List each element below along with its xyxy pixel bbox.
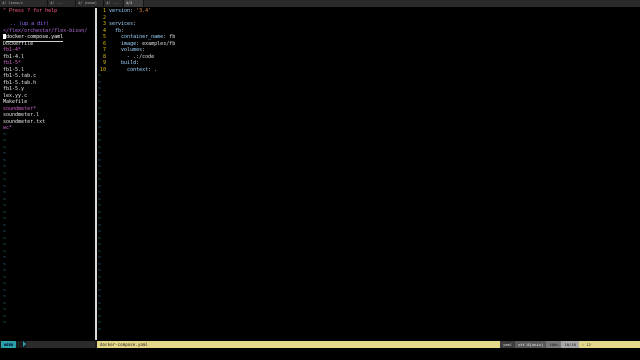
empty-line-marker: ~ [3, 320, 7, 326]
pane-divider[interactable] [95, 8, 97, 340]
yaml-key: fb [109, 27, 122, 34]
yaml-key: context [109, 66, 149, 73]
file-tree: " Press ? for help .. (up a dir) </flex/… [0, 8, 95, 340]
status-right: yaml utf-8[unix] 100% 10/10 : 12 [500, 341, 640, 348]
yaml-key: version [109, 8, 131, 14]
status-column: : 12 [578, 341, 640, 348]
yaml-value: fb [169, 34, 176, 40]
yaml-value: '3.4' [136, 8, 152, 14]
yaml-key: - [109, 53, 134, 60]
status-position: 10/10 [561, 341, 579, 348]
tab-3[interactable]: 4/ (none) [76, 0, 104, 7]
yaml-key: services [109, 21, 134, 27]
tab-bar: 4/ lions/c 4/ ... 4/ (none) 4/ ... 4/2 [0, 0, 640, 7]
status-filetype: yaml [500, 341, 516, 348]
tab-5[interactable]: 4/2 [124, 0, 144, 7]
yaml-key: container_name [109, 34, 164, 40]
yaml-value: . [154, 66, 158, 73]
yaml-value: .:/code [133, 53, 155, 60]
status-percent: 100% [546, 341, 562, 348]
status-filename: docker-compose.yaml [97, 341, 503, 348]
tab-1[interactable]: 4/ lions/c [0, 0, 48, 7]
empty-line-marker: ~ [98, 326, 102, 333]
status-left-fill [26, 341, 95, 348]
tab-2[interactable]: 4/ ... [48, 0, 76, 7]
yaml-key: image [109, 40, 137, 47]
status-line: NERD docker-compose.yaml yaml utf-8[unix… [0, 341, 640, 348]
yaml-separator: : [142, 47, 146, 53]
editor-pane[interactable]: 1 version: '3.4' 2 3 services: 4 fb: 5 contain… [98, 8, 640, 340]
yaml-separator: : [121, 27, 125, 34]
yaml-separator: : [136, 60, 140, 66]
yaml-key: build [109, 60, 137, 66]
mode-indicator: NERD [1, 341, 17, 348]
yaml-key: volumes [109, 47, 143, 53]
status-encoding: utf-8[unix] [515, 341, 547, 348]
tab-4[interactable]: 4/ ... [104, 0, 124, 7]
yaml-value: examples/fb [142, 40, 176, 47]
tab-bar-fill [144, 0, 640, 7]
yaml-separator: : [133, 21, 137, 27]
